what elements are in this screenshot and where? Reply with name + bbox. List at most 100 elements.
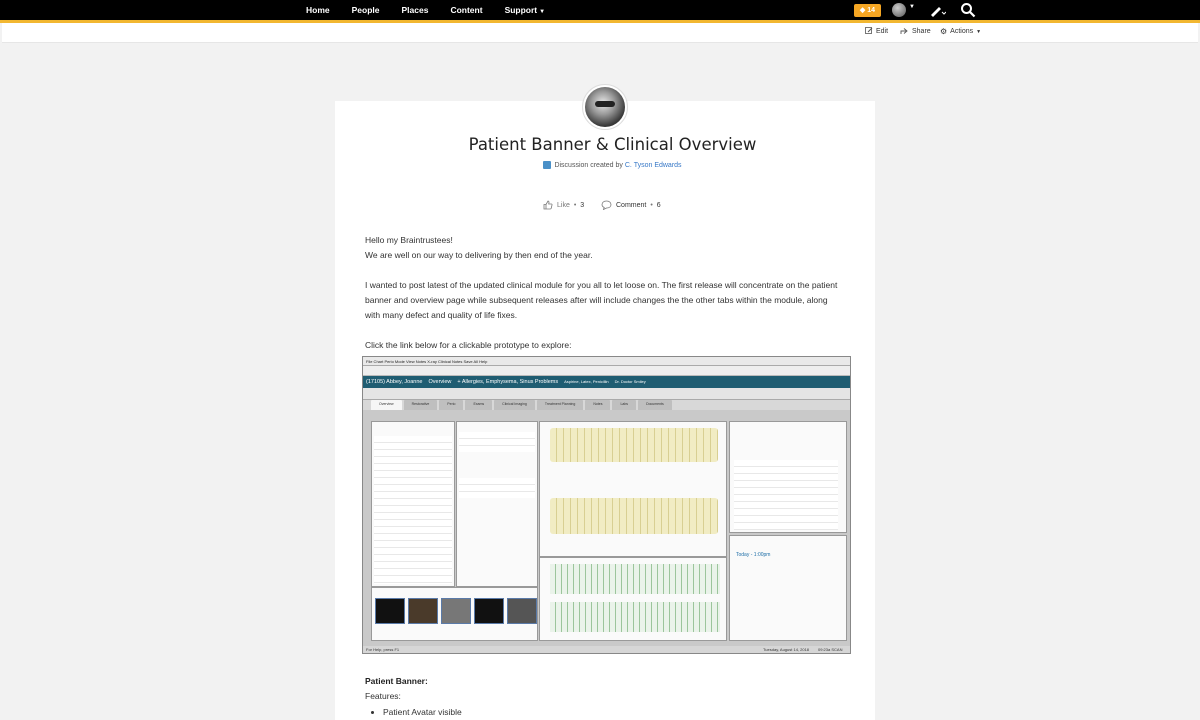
chevron-down-icon[interactable]: ▼: [909, 4, 915, 10]
prototype-screenshot[interactable]: File Chart Perio Mode View Notes X-ray C…: [362, 356, 851, 654]
clinical-images-panel: [371, 587, 538, 641]
notes-rows: [459, 432, 535, 452]
author-avatar[interactable]: [582, 84, 628, 130]
primary-nav: Home People Places Content Support ▼: [295, 0, 556, 20]
like-label: Like: [557, 201, 570, 209]
nav-home[interactable]: Home: [295, 0, 341, 20]
feature-list: Patient Avatar visible: [383, 707, 462, 717]
user-avatar[interactable]: [892, 3, 906, 17]
tab-perio: Perio: [439, 400, 464, 410]
app-statusbar: For Help, press F1 Tuesday, August 14, 2…: [363, 646, 850, 653]
gear-icon: ⚙: [940, 27, 948, 36]
treatment-rows: [734, 460, 838, 530]
thumbs-up-icon: [543, 200, 553, 210]
edit-label: Edit: [876, 27, 889, 35]
page-title: Patient Banner & Clinical Overview: [468, 135, 757, 154]
banner-provider: Dr. Doctor Smiley: [614, 379, 646, 384]
banner-patient-name: (17105) Abbey, Joanne: [366, 379, 423, 385]
paragraph-status: We are well on our way to delivering by …: [365, 250, 593, 260]
perio-grid-lower: [550, 602, 720, 632]
nav-content-label: Content: [450, 5, 483, 15]
discussion-icon: [543, 161, 552, 169]
comment-label: Comment: [616, 201, 647, 209]
share-icon: [900, 28, 908, 34]
comment-button[interactable]: Comment • 6: [601, 200, 661, 210]
paragraph-greeting: Hello my Braintrustees!: [365, 235, 453, 245]
like-button[interactable]: Like • 3: [543, 200, 584, 210]
nav-places-label: Places: [401, 5, 429, 15]
content-action-bar: Edit Share ⚙ Actions ▼: [2, 23, 1198, 43]
banner-alerts: + Allergies, Emphysema, Sinus Problems: [457, 379, 559, 385]
paragraph-prototype: Click the link below for a clickable pro…: [365, 340, 572, 350]
bell-icon: ◆: [859, 7, 866, 14]
separator-dot: •: [650, 201, 653, 209]
author-link[interactable]: C. Tyson Edwards: [625, 162, 682, 169]
photo-thumbnail: [408, 598, 438, 624]
patient-banner: (17105) Abbey, Joanne Overview + Allergi…: [363, 376, 850, 388]
share-button[interactable]: Share: [900, 27, 931, 35]
xray-thumbnail-3: [474, 598, 504, 624]
section-heading: Patient Banner:: [365, 676, 428, 686]
next-appointment-time: Today - 1:00pm: [736, 552, 771, 558]
perio-grid-panel: [539, 557, 727, 641]
app-menubar: File Chart Perio Mode View Notes X-ray C…: [363, 357, 850, 366]
share-label: Share: [912, 27, 931, 35]
xray-thumbnail-2: [441, 598, 471, 624]
tab-restorative: Restorative: [403, 400, 438, 410]
tab-documents: Documents: [638, 400, 672, 410]
tab-exams: Exams: [465, 400, 493, 410]
perio-grid-upper: [550, 564, 720, 594]
module-tabs: Overview Restorative Perio Exams Clinica…: [363, 400, 850, 410]
clinical-notes-panel: [456, 421, 538, 587]
author-photo: [585, 87, 625, 127]
actions-label: Actions: [950, 28, 974, 35]
comment-count: 6: [656, 201, 661, 209]
status-date: Tuesday, August 14, 2018: [763, 647, 810, 652]
nav-home-label: Home: [306, 5, 330, 15]
lower-teeth-chart: [550, 498, 718, 534]
nav-people-label: People: [351, 5, 380, 15]
nav-people[interactable]: People: [341, 0, 391, 20]
nav-support-label: Support: [504, 5, 538, 15]
notes-rows-2: [459, 478, 535, 498]
tab-labs: Labs: [612, 400, 637, 410]
tab-treatment-planning: Treatment Planning: [536, 400, 584, 410]
search-icon[interactable]: [960, 2, 976, 18]
history-rows: [374, 436, 452, 584]
tab-overview: Overview: [371, 400, 402, 410]
nav-places[interactable]: Places: [391, 0, 440, 20]
clinical-history-panel: [371, 421, 455, 587]
status-help: For Help, press F1: [366, 647, 400, 652]
status-right: 09:23a SCAN: [818, 647, 843, 652]
features-label: Features:: [365, 691, 401, 701]
byline: Discussion created by C. Tyson Edwards: [335, 161, 890, 169]
pencil-icon[interactable]: [928, 3, 946, 17]
nav-support[interactable]: Support ▼: [494, 0, 557, 20]
xray-thumbnail-4: [507, 598, 537, 624]
nav-content[interactable]: Content: [439, 0, 493, 20]
list-item: Patient Avatar visible: [383, 707, 462, 717]
actions-menu-button[interactable]: ⚙ Actions ▼: [940, 27, 981, 36]
tab-notes: Notes: [585, 400, 611, 410]
separator-dot: •: [573, 201, 577, 209]
banner-allergies: Aspirine, Latex, Penicillin: [564, 379, 609, 384]
app-toolbar-secondary: [363, 388, 850, 400]
next-appointment-panel: Today - 1:00pm: [729, 535, 847, 641]
notifications-badge[interactable]: ◆ 14: [854, 4, 881, 17]
xray-thumbnail: [375, 598, 405, 624]
edit-icon: [865, 27, 873, 34]
top-navigation-bar: Home People Places Content Support ▼ ◆ 14…: [0, 0, 1200, 23]
notifications-count: 14: [867, 7, 876, 14]
banner-view: Overview: [428, 379, 452, 385]
tooth-chart-panel: [539, 421, 727, 557]
byline-prefix: Discussion created by: [554, 161, 623, 169]
treatment-plan-panel: [729, 421, 847, 533]
edit-button[interactable]: Edit: [865, 27, 888, 35]
paragraph-release: I wanted to post latest of the updated c…: [365, 280, 838, 320]
like-count: 3: [580, 201, 585, 209]
comment-icon: [601, 200, 612, 210]
upper-teeth-chart: [550, 428, 718, 462]
chevron-down-icon: ▼: [539, 9, 546, 15]
chevron-down-icon: ▼: [976, 28, 982, 35]
app-toolbar: [363, 366, 850, 376]
